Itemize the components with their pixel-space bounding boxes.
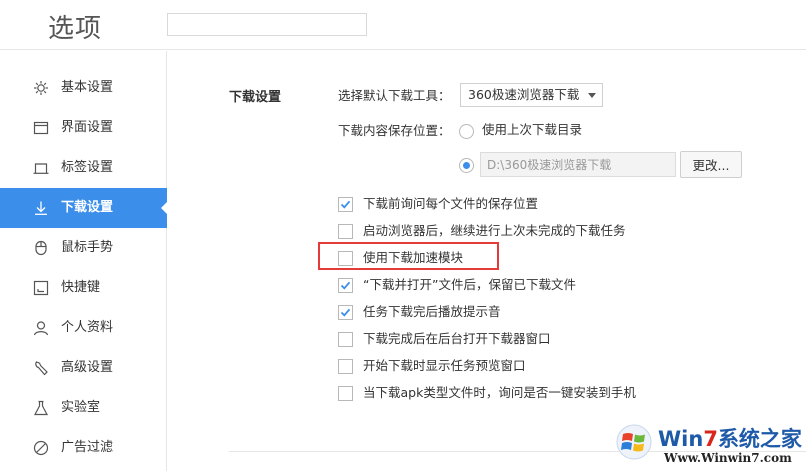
sidebar-item-label: 实验室 <box>61 400 101 415</box>
block-icon <box>33 440 49 456</box>
sidebar-item-label: 高级设置 <box>61 360 114 375</box>
sidebar: 基本设置 界面设置 标签设置 下载设置 鼠标手势 快捷键 个人资料 高级设置 实… <box>0 51 168 471</box>
sidebar-item-download[interactable]: 下载设置 <box>0 188 168 228</box>
watermark-brand-seven: 7 <box>703 427 718 451</box>
section-title: 下载设置 <box>229 90 282 105</box>
option-label: 下载完成后在后台打开下载器窗口 <box>363 331 551 346</box>
watermark-brand-suffix: 系统之家 <box>717 427 802 451</box>
option-label: 开始下载时显示任务预览窗口 <box>363 358 526 373</box>
sidebar-item-advanced[interactable]: 高级设置 <box>0 348 167 388</box>
search-input[interactable] <box>167 13 367 36</box>
checkmark-icon <box>340 281 351 290</box>
option-label: 下载前询问每个文件的保存位置 <box>363 196 539 211</box>
sidebar-item-label: 下载设置 <box>61 200 114 215</box>
option-label: “下载并打开”文件后，保留已下载文件 <box>363 277 576 292</box>
option-label: 启动浏览器后，继续进行上次未完成的下载任务 <box>363 223 626 238</box>
save-path-field[interactable] <box>480 152 676 177</box>
sidebar-item-label: 标签设置 <box>61 160 114 175</box>
sidebar-item-label: 基本设置 <box>61 80 114 95</box>
watermark-brand-prefix: Win <box>658 427 704 451</box>
option-checkbox[interactable] <box>338 332 353 347</box>
gear-icon <box>34 81 48 95</box>
header: 选项 <box>0 0 806 50</box>
option-checkbox[interactable] <box>338 197 353 212</box>
sidebar-item-lab[interactable]: 实验室 <box>0 388 167 428</box>
chevron-down-icon <box>588 93 596 98</box>
custom-dir-radio[interactable] <box>459 158 474 173</box>
sidebar-item-profile[interactable]: 个人资料 <box>0 308 167 348</box>
sidebar-item-mouse[interactable]: 鼠标手势 <box>0 228 167 268</box>
sidebar-item-adblock[interactable]: 广告过滤 <box>0 428 167 468</box>
sidebar-item-label: 个人资料 <box>61 320 114 335</box>
sidebar-item-basic[interactable]: 基本设置 <box>0 68 167 108</box>
sidebar-item-label: 鼠标手势 <box>61 240 114 255</box>
option-label: 任务下载完后播放提示音 <box>363 304 501 319</box>
download-tool-select[interactable]: 360极速浏览器下载 <box>460 83 603 107</box>
use-last-dir-radio[interactable] <box>459 124 474 139</box>
mouse-icon <box>35 240 47 256</box>
checkmark-icon <box>340 200 351 209</box>
watermark: Win7系统之家 Www.Winwin7.com <box>610 420 806 471</box>
windows-logo-icon <box>616 424 652 460</box>
option-checkbox[interactable] <box>338 278 353 293</box>
option-checkbox[interactable] <box>338 224 353 239</box>
option-label: 当下载apk类型文件时，询问是否一键安装到手机 <box>363 385 636 400</box>
option-checkbox[interactable] <box>338 359 353 374</box>
sidebar-item-shortcut[interactable]: 快捷键 <box>0 268 167 308</box>
use-last-dir-label: 使用上次下载目录 <box>482 122 583 137</box>
user-icon <box>33 321 49 336</box>
shortcut-icon <box>33 280 49 296</box>
active-indicator <box>161 201 168 215</box>
sidebar-item-label: 广告过滤 <box>61 440 114 455</box>
page-title: 选项 <box>48 14 103 44</box>
wrench-icon <box>35 361 48 376</box>
flask-icon <box>34 400 48 416</box>
default-tool-label: 选择默认下载工具： <box>338 88 451 103</box>
sidebar-item-label: 界面设置 <box>61 120 114 135</box>
download-icon <box>35 201 47 215</box>
option-checkbox[interactable] <box>338 305 353 320</box>
save-location-label: 下载内容保存位置： <box>338 123 451 138</box>
tab-icon <box>33 163 49 174</box>
checkmark-icon <box>340 308 351 317</box>
sidebar-item-label: 快捷键 <box>61 280 101 295</box>
sidebar-item-interface[interactable]: 界面设置 <box>0 108 167 148</box>
window-icon <box>33 121 49 135</box>
sidebar-item-tabs[interactable]: 标签设置 <box>0 148 167 188</box>
watermark-url: Www.Winwin7.com <box>664 451 792 465</box>
option-checkbox[interactable] <box>338 386 353 401</box>
watermark-brand: Win7系统之家 <box>658 423 802 453</box>
change-dir-button[interactable]: 更改... <box>680 151 742 178</box>
download-tool-value: 360极速浏览器下载 <box>468 87 580 102</box>
highlight-annotation <box>318 242 499 270</box>
